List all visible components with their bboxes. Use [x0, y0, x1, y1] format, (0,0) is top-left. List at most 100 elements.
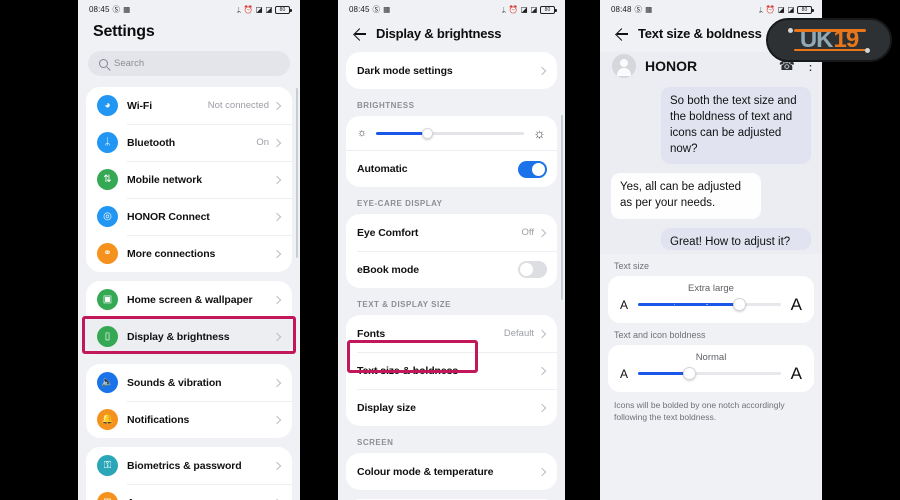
honor-connect-icon: ◎	[97, 206, 118, 227]
sidebar-item-mobile-network[interactable]: ⇅ Mobile network	[86, 161, 292, 198]
bluetooth-icon: ᛦ	[97, 132, 118, 153]
status-time: 08:48	[611, 5, 632, 14]
sidebar-item-display-brightness[interactable]: ▯ Display & brightness	[86, 318, 292, 355]
brightness-track[interactable]	[376, 127, 525, 139]
sidebar-item-more-connections[interactable]: ⚭ More connections	[86, 235, 292, 272]
row-label: Notifications	[127, 413, 190, 426]
brightness-card: ☼ ☼ Automatic	[346, 116, 557, 187]
label-text-icon-boldness: Text and icon boldness	[614, 330, 706, 341]
sidebar-item-home-screen-wallpaper[interactable]: ▣ Home screen & wallpaper	[86, 281, 292, 318]
row-text-size-boldness[interactable]: Text size & boldness	[346, 352, 557, 389]
row-fonts[interactable]: Fonts Default	[346, 315, 557, 352]
scrollbar[interactable]	[561, 115, 563, 300]
row-eye-comfort[interactable]: Eye Comfort Off	[346, 214, 557, 251]
page-title: Settings	[93, 23, 155, 40]
display-icon: ▯	[97, 326, 118, 347]
status-bar-right: ᛦ ⏰ ◪ ◪ 80	[501, 4, 557, 14]
avatar	[612, 54, 636, 78]
chat-bubble-incoming: Yes, all can be adjusted as per your nee…	[611, 173, 761, 220]
small-a-label: A	[620, 297, 629, 312]
row-value: Not connected	[207, 100, 269, 111]
sidebar-item-apps[interactable]: ⊞ Apps	[86, 484, 292, 500]
back-icon[interactable]	[613, 25, 630, 42]
text-size-slider-row[interactable]: A A	[608, 295, 814, 316]
row-label: Mobile network	[127, 173, 203, 186]
ebook-mode-toggle[interactable]	[518, 261, 547, 278]
search-bar[interactable]: Search	[88, 51, 290, 76]
sidebar-item-wifi[interactable]: ◕ Wi-Fi Not connected	[86, 87, 292, 124]
mute-icon: Ⓢ	[634, 4, 643, 14]
alarm-icon: ⏰	[765, 4, 776, 14]
search-input[interactable]: Search	[114, 58, 144, 69]
signal2-icon: ◪	[787, 4, 795, 14]
text-size-knob	[733, 298, 746, 311]
sidebar-item-honor-connect[interactable]: ◎ HONOR Connect	[86, 198, 292, 235]
chat-bubble-outgoing: Great! How to adjust it?	[661, 228, 811, 251]
scrollbar[interactable]	[296, 88, 298, 258]
text-display-size-card: Fonts Default Text size & boldness Displ…	[346, 315, 557, 426]
row-label: Text size & boldness	[357, 364, 459, 377]
signal2-icon: ◪	[530, 4, 538, 14]
signal-icon: ◪	[520, 4, 528, 14]
text-size-track[interactable]	[638, 298, 781, 311]
row-value: Off	[521, 227, 535, 238]
boldness-slider-row[interactable]: A A	[608, 364, 814, 385]
row-automatic-brightness[interactable]: Automatic	[346, 150, 557, 187]
bluetooth-icon: ᛦ	[501, 4, 507, 14]
contact-name: HONOR	[645, 58, 698, 74]
settings-group-security: ⚿ Biometrics & password ⊞ Apps	[86, 447, 292, 500]
chevron-right-icon	[272, 415, 282, 424]
status-bar-right: ᛦ ⏰ ◪ ◪ 80	[759, 4, 814, 14]
large-a-label: A	[790, 295, 802, 315]
row-dark-mode-settings[interactable]: Dark mode settings	[346, 52, 557, 89]
chat-bubbles: So both the text size and the boldness o…	[600, 87, 822, 251]
chevron-right-icon	[537, 228, 547, 237]
section-text-display-size: TEXT & DISPLAY SIZE	[357, 300, 451, 309]
sidebar-item-bluetooth[interactable]: ᛦ Bluetooth On	[86, 124, 292, 161]
row-label: Colour mode & temperature	[357, 465, 494, 478]
signal2-icon: ◪	[265, 4, 273, 14]
row-ebook-mode[interactable]: eBook mode	[346, 251, 557, 288]
boldness-track[interactable]	[638, 367, 781, 380]
section-brightness: BRIGHTNESS	[357, 101, 415, 110]
settings-header: Settings	[78, 19, 300, 51]
row-label: Wi-Fi	[127, 99, 153, 112]
row-display-size[interactable]: Display size	[346, 389, 557, 426]
eye-care-card: Eye Comfort Off eBook mode	[346, 214, 557, 288]
brightness-fill	[376, 131, 428, 135]
phone-screen-settings: 08:45 Ⓢ ▦ ᛦ ⏰ ◪ ◪ 80 Settings Search ◕ W…	[78, 0, 300, 500]
sound-icon: 🔈	[97, 372, 118, 393]
large-a-label: A	[790, 364, 802, 384]
row-label: HONOR Connect	[127, 210, 210, 223]
back-icon[interactable]	[351, 25, 368, 42]
chevron-right-icon	[272, 295, 282, 304]
wallpaper-icon: ▣	[97, 289, 118, 310]
bell-icon: 🔔	[97, 409, 118, 430]
sidebar-item-notifications[interactable]: 🔔 Notifications	[86, 401, 292, 438]
chevron-right-icon	[537, 66, 547, 75]
dark-mode-card: Dark mode settings	[346, 52, 557, 89]
row-label: Biometrics & password	[127, 459, 242, 472]
sidebar-item-sounds-vibration[interactable]: 🔈 Sounds & vibration	[86, 364, 292, 401]
watermark-bar-top	[794, 29, 866, 32]
alarm-icon: ⏰	[243, 4, 254, 14]
chevron-right-icon	[537, 467, 547, 476]
chevron-right-icon	[272, 175, 282, 184]
row-label: Display size	[357, 401, 416, 414]
automatic-brightness-toggle[interactable]	[518, 160, 547, 178]
brightness-knob	[422, 127, 434, 139]
vibrate-icon: ▦	[123, 4, 131, 14]
brightness-slider-row[interactable]: ☼ ☼	[346, 116, 557, 150]
boldness-card: Normal A A	[608, 345, 814, 393]
row-colour-mode-temperature[interactable]: Colour mode & temperature	[346, 453, 557, 490]
more-vertical-icon[interactable]: ⋮	[804, 59, 817, 72]
vibrate-icon: ▦	[383, 4, 391, 14]
apps-icon: ⊞	[97, 492, 118, 500]
sidebar-item-biometrics-password[interactable]: ⚿ Biometrics & password	[86, 447, 292, 484]
sun-large-icon: ☼	[533, 125, 546, 141]
display-header: Display & brightness	[338, 19, 565, 52]
chevron-right-icon	[272, 249, 282, 258]
phone-screen-display-brightness: 08:45 Ⓢ ▦ ᛦ ⏰ ◪ ◪ 80 Display & brightnes…	[338, 0, 565, 500]
row-label: eBook mode	[357, 263, 420, 276]
status-bar-right: ᛦ ⏰ ◪ ◪ 80	[237, 4, 292, 14]
